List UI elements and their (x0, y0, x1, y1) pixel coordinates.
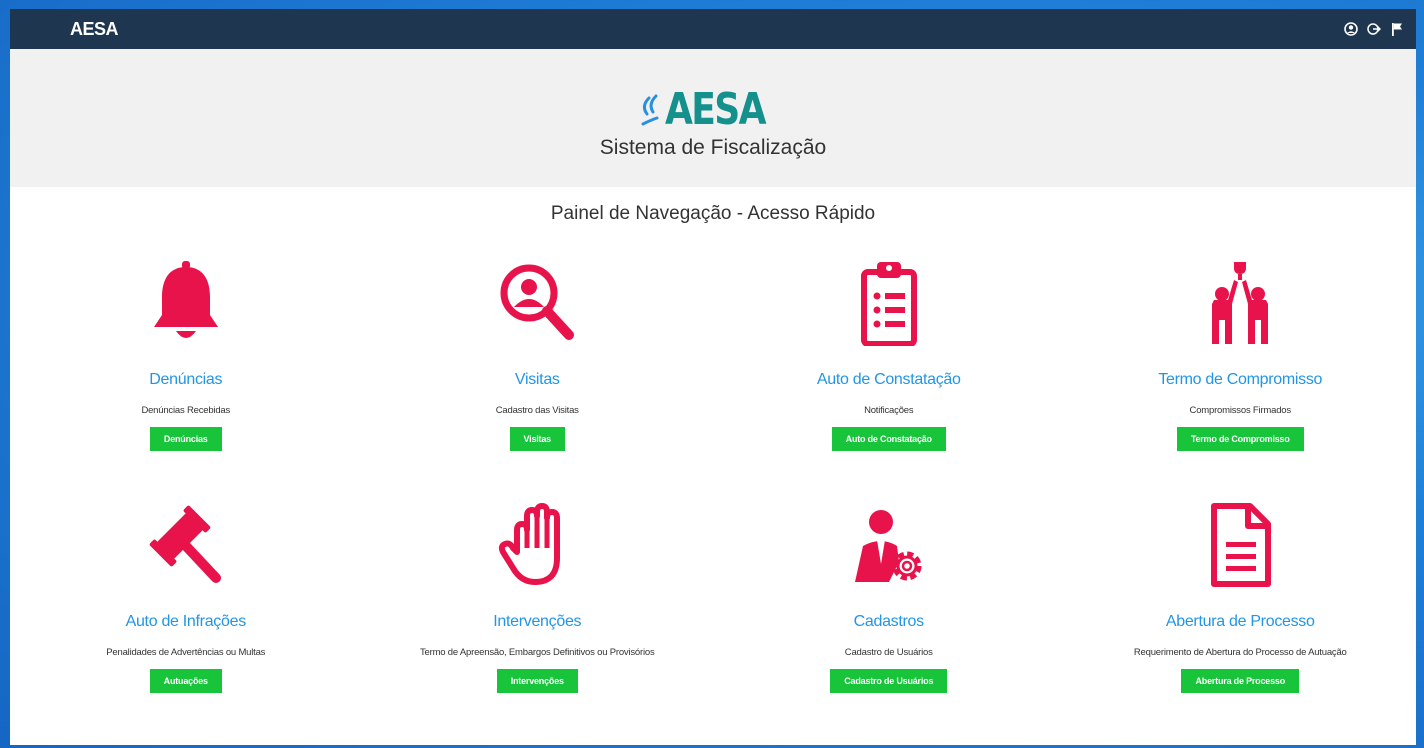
card-cadastros: Cadastros Cadastro de Usuários Cadastro … (713, 499, 1065, 729)
search-user-icon[interactable] (497, 261, 577, 345)
card-termo-compromisso: Termo de Compromisso Compromissos Firmad… (1065, 257, 1417, 487)
card-abertura-processo: Abertura de Processo Requerimento de Abe… (1065, 499, 1417, 729)
people-trophy-icon[interactable] (1200, 260, 1280, 346)
abertura-processo-button[interactable]: Abertura de Processo (1181, 669, 1300, 693)
card-intervencoes: Intervenções Termo de Apreensão, Embargo… (362, 499, 714, 729)
card-auto-infracoes: Auto de Infrações Penalidades de Advertê… (10, 499, 362, 729)
visitas-button[interactable]: Visitas (509, 427, 565, 451)
top-navbar: AESA (10, 9, 1416, 49)
app-window: AESA AESA Sistema de Fiscalização Painel… (10, 9, 1416, 745)
card-description: Cadastro das Visitas (495, 405, 579, 416)
logout-icon[interactable] (1367, 22, 1381, 36)
autuacoes-button[interactable]: Autuações (149, 669, 222, 693)
aesa-logo: AESA (639, 76, 787, 132)
auto-constatacao-button[interactable]: Auto de Constatação (831, 427, 946, 451)
user-gear-icon[interactable] (849, 502, 929, 588)
clipboard-list-icon[interactable] (849, 260, 929, 346)
system-subtitle: Sistema de Fiscalização (599, 136, 827, 159)
card-description: Requerimento de Abertura do Processo de … (1133, 647, 1347, 658)
termo-compromisso-button[interactable]: Termo de Compromisso (1176, 427, 1304, 451)
bell-icon[interactable] (146, 261, 226, 345)
card-title: Denúncias (149, 371, 223, 388)
card-description: Denúncias Recebidas (141, 405, 231, 416)
card-description: Compromissos Firmados (1189, 405, 1292, 416)
document-icon[interactable] (1200, 502, 1280, 588)
card-title: Visitas (514, 371, 560, 388)
card-description: Notificações (864, 405, 914, 416)
card-title: Auto de Constatação (816, 371, 961, 388)
cadastro-usuarios-button[interactable]: Cadastro de Usuários (830, 669, 948, 693)
hand-icon[interactable] (497, 502, 577, 588)
card-auto-constatacao: Auto de Constatação Notificações Auto de… (713, 257, 1065, 487)
panel-title: Painel de Navegação - Acesso Rápido (550, 203, 876, 224)
card-title: Auto de Infrações (125, 613, 247, 630)
card-title: Cadastros (853, 613, 925, 630)
card-description: Cadastro de Usuários (844, 647, 933, 658)
gavel-icon[interactable] (146, 502, 226, 588)
card-title: Abertura de Processo (1165, 613, 1315, 630)
quick-access-grid: Denúncias Denúncias Recebidas Denúncias … (10, 257, 1416, 729)
card-description: Termo de Apreensão, Embargos Definitivos… (419, 647, 655, 658)
card-title: Intervenções (493, 613, 582, 630)
navbar-brand[interactable]: AESA (70, 19, 119, 40)
card-title: Termo de Compromisso (1158, 371, 1323, 388)
flag-icon[interactable] (1390, 22, 1404, 36)
page-header: AESA Sistema de Fiscalização (10, 49, 1416, 187)
card-visitas: Visitas Cadastro das Visitas Visitas (362, 257, 714, 487)
denuncias-button[interactable]: Denúncias (149, 427, 222, 451)
logo-text: AESA (665, 84, 767, 135)
user-circle-icon[interactable] (1344, 22, 1358, 36)
navbar-icons (1344, 22, 1404, 36)
card-description: Penalidades de Advertências ou Multas (106, 647, 266, 658)
intervencoes-button[interactable]: Intervenções (496, 669, 578, 693)
card-denuncias: Denúncias Denúncias Recebidas Denúncias (10, 257, 362, 487)
